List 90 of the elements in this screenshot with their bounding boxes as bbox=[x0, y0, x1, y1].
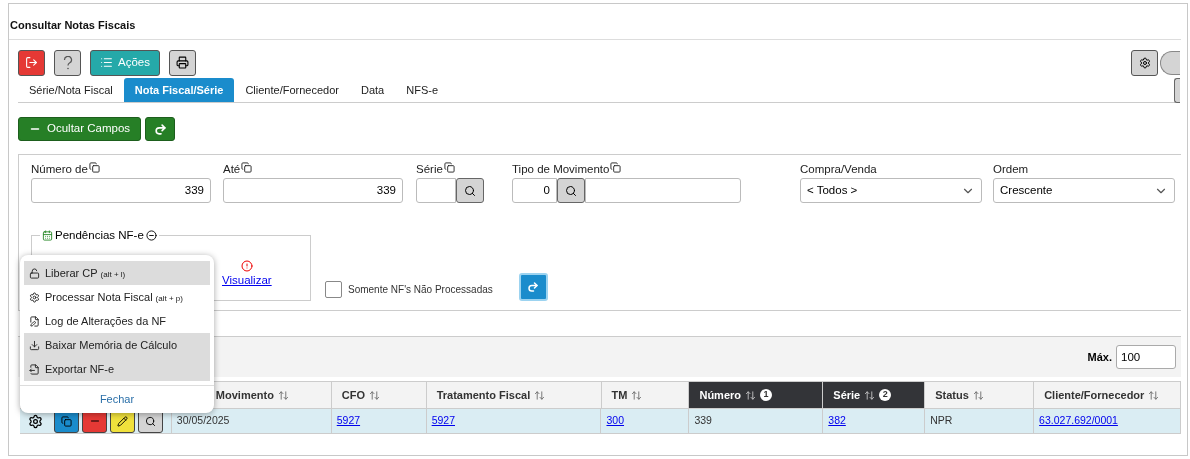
tab[interactable]: Série/Nota Fiscal bbox=[18, 78, 124, 102]
sort-icon bbox=[1148, 389, 1160, 401]
document-pen-icon bbox=[29, 315, 40, 327]
forward-arrow-icon bbox=[527, 281, 540, 293]
field-label: Compra/Venda bbox=[800, 162, 877, 177]
table-cell: NPR bbox=[930, 413, 953, 429]
max-label: Máx. bbox=[1087, 349, 1112, 365]
table-cell: 339 bbox=[694, 413, 712, 429]
exit-button[interactable] bbox=[18, 49, 45, 76]
tab[interactable]: NFS-e bbox=[395, 78, 449, 102]
description-field[interactable] bbox=[585, 178, 741, 203]
table-cell: 30/05/2025 bbox=[176, 413, 230, 429]
sort-icon bbox=[972, 389, 984, 401]
question-icon bbox=[62, 55, 73, 70]
copy-icon bbox=[61, 415, 72, 427]
exit-icon bbox=[25, 56, 38, 69]
checkbox[interactable] bbox=[325, 281, 342, 298]
tab[interactable]: Nota Fiscal/Série bbox=[123, 78, 235, 102]
copy-icon[interactable] bbox=[610, 161, 622, 173]
input-field[interactable]: 339 bbox=[31, 178, 211, 203]
cell-link[interactable]: 5927 bbox=[336, 413, 361, 429]
view-link[interactable]: Visualizar bbox=[222, 272, 272, 290]
forward-arrow-icon bbox=[153, 122, 167, 136]
select-field[interactable]: < Todos > bbox=[800, 178, 982, 203]
sort-order-badge: 1 bbox=[760, 389, 772, 401]
menu-item[interactable]: Exportar NF-e bbox=[24, 357, 210, 381]
hide-fields-button[interactable]: Ocultar Campos bbox=[18, 117, 142, 141]
column-header[interactable]: Cliente/Fornecedor bbox=[1034, 382, 1181, 408]
field-label: Tipo de Movimento bbox=[512, 162, 610, 177]
document-arrow-icon bbox=[29, 363, 40, 375]
field-label: Até bbox=[223, 162, 241, 177]
cell-link[interactable]: 300 bbox=[606, 413, 624, 429]
column-header[interactable]: CFO bbox=[331, 382, 427, 408]
column-header[interactable]: Tratamento Fiscal bbox=[426, 382, 602, 408]
search-button[interactable] bbox=[456, 178, 484, 203]
sort-icon bbox=[277, 389, 289, 401]
sort-icon bbox=[534, 389, 546, 401]
input-field[interactable] bbox=[416, 178, 456, 203]
print-button[interactable] bbox=[168, 49, 196, 76]
pencil-icon bbox=[117, 415, 128, 427]
cell-link[interactable]: 63.027.692/0001 bbox=[1039, 413, 1118, 429]
panel-title: Pendências NF-e bbox=[55, 228, 144, 243]
sort-icon bbox=[864, 389, 876, 401]
gear-icon bbox=[29, 291, 40, 303]
apply-button[interactable] bbox=[518, 273, 548, 301]
checkbox-label: Somente NF's Não Processadas bbox=[348, 283, 493, 297]
search-icon bbox=[565, 184, 577, 197]
column-header[interactable]: Status bbox=[925, 382, 1035, 408]
close-menu-button[interactable]: Fechar bbox=[99, 391, 135, 408]
sort-order-badge: 2 bbox=[879, 389, 892, 401]
input-field[interactable]: 0 bbox=[512, 178, 557, 203]
menu-item[interactable]: Liberar CP (alt + l) bbox=[24, 261, 210, 285]
field-label: Série bbox=[416, 162, 443, 177]
table-row[interactable]: 30/05/2025 5927 5927 300 339 382 NPR 63.027.692/0001 bbox=[20, 408, 1181, 434]
field-label: Número de bbox=[31, 162, 88, 177]
calendar-icon bbox=[42, 230, 53, 242]
download-icon bbox=[29, 339, 40, 351]
column-header[interactable]: Número 1 bbox=[689, 382, 824, 408]
column-header[interactable]: TM bbox=[601, 382, 690, 408]
tab[interactable]: Data bbox=[350, 78, 396, 102]
alert-icon bbox=[240, 260, 253, 272]
tab[interactable]: Cliente/Fornecedor bbox=[234, 78, 350, 102]
settings-icon[interactable] bbox=[28, 413, 43, 429]
menu-item[interactable]: Baixar Memória de Cálculo bbox=[24, 333, 210, 357]
cell-link[interactable]: 5927 bbox=[431, 413, 455, 429]
settings-button[interactable] bbox=[1131, 49, 1158, 76]
sort-icon bbox=[745, 389, 756, 401]
unlock-icon bbox=[29, 267, 40, 279]
sort-icon bbox=[369, 389, 380, 401]
input-field[interactable]: 339 bbox=[223, 178, 403, 203]
cell-link[interactable]: 382 bbox=[828, 413, 846, 429]
copy-icon[interactable] bbox=[88, 161, 100, 173]
forward-button[interactable] bbox=[145, 117, 176, 141]
search-button[interactable] bbox=[557, 178, 585, 203]
field-label: Ordem bbox=[993, 162, 1029, 177]
sort-icon bbox=[631, 389, 643, 401]
printer-icon bbox=[175, 56, 189, 69]
search-icon bbox=[145, 415, 156, 427]
column-header[interactable]: Série 2 bbox=[823, 382, 926, 408]
search-icon bbox=[464, 184, 476, 197]
help-button[interactable] bbox=[54, 49, 81, 76]
max-field[interactable]: 100 bbox=[1116, 345, 1176, 369]
settings-icon bbox=[1138, 56, 1151, 69]
side-button[interactable] bbox=[1174, 78, 1180, 103]
copy-icon[interactable] bbox=[241, 161, 253, 173]
collapse-icon[interactable] bbox=[145, 230, 157, 242]
list-icon bbox=[100, 56, 113, 69]
select-field[interactable]: Crescente bbox=[993, 178, 1175, 203]
page-title: Consultar Notas Fiscais bbox=[10, 17, 136, 33]
copy-icon[interactable] bbox=[443, 161, 455, 173]
